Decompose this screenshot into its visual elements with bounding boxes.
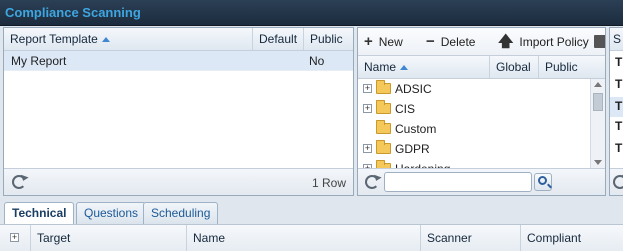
tree-folder-cis[interactable]: + CIS <box>358 99 590 119</box>
template-footer: 1 Row <box>4 168 353 195</box>
col-name[interactable]: Name <box>186 225 420 251</box>
report-template-header: Report Template Default Public <box>4 28 353 51</box>
refresh-icon[interactable] <box>365 175 379 189</box>
list-item[interactable]: T <box>615 77 622 91</box>
tab-scheduling[interactable]: Scheduling <box>143 202 219 224</box>
expand-all-icon[interactable]: + <box>10 233 19 242</box>
print-icon[interactable] <box>594 35 605 48</box>
col-compliant[interactable]: Compliant <box>520 225 612 251</box>
col-global[interactable]: Global <box>489 56 538 78</box>
col-scanner[interactable]: Scanner <box>420 225 520 251</box>
tree-folder-gdpr[interactable]: + GDPR <box>358 139 590 159</box>
table-row[interactable]: My Report No <box>4 51 353 71</box>
tab-questions[interactable]: Questions <box>76 202 147 224</box>
refresh-icon[interactable] <box>12 175 26 189</box>
folder-icon <box>376 80 391 94</box>
template-public-cell: No <box>309 54 325 68</box>
targets-header: S <box>610 28 623 51</box>
search-icon <box>538 176 547 185</box>
col-target[interactable]: Target <box>30 225 186 251</box>
list-item[interactable]: T <box>615 141 622 155</box>
col-report-template[interactable]: Report Template <box>4 28 252 50</box>
import-policy-button[interactable]: 🡅 Import Policy <box>498 32 589 52</box>
scroll-down-icon[interactable] <box>594 160 602 165</box>
upload-arrow-icon: 🡅 <box>498 33 514 50</box>
targets-panel: S T T T T T <box>609 27 623 196</box>
col-default[interactable]: Default <box>252 28 303 50</box>
tree-folder-adsic[interactable]: + ADSIC <box>358 79 590 99</box>
list-item[interactable]: T <box>615 55 622 69</box>
tree-folder-hardening[interactable]: + Hardening <box>358 159 590 168</box>
search-button[interactable] <box>534 173 552 191</box>
folder-icon <box>376 120 391 134</box>
sort-ascending-icon <box>400 65 409 70</box>
policy-scrollbar[interactable] <box>590 79 605 168</box>
policy-header: Name Global Public <box>358 56 605 79</box>
col-name[interactable]: Name <box>358 56 489 78</box>
sort-ascending-icon <box>101 37 110 42</box>
tree-folder-custom[interactable]: Custom <box>358 119 590 139</box>
row-count: 1 Row <box>311 176 346 190</box>
col-public[interactable]: Public <box>303 28 353 50</box>
policy-tree: + ADSIC + CIS Custom + GDPR + Hardening <box>358 79 590 168</box>
search-field[interactable] <box>384 172 532 192</box>
window-title: Compliance Scanning <box>5 5 141 20</box>
report-template-panel: Report Template Default Public My Report… <box>3 27 354 196</box>
expand-icon[interactable]: + <box>363 84 372 93</box>
minus-icon: − <box>426 33 435 50</box>
folder-icon <box>376 100 391 114</box>
window-title-bar: Compliance Scanning <box>0 0 623 26</box>
policy-footer <box>358 168 605 195</box>
folder-icon <box>376 140 391 154</box>
tab-strip: Technical Questions Scheduling <box>0 200 623 225</box>
policy-toolbar: + New − Delete 🡅 Import Policy <box>358 28 605 56</box>
expand-icon[interactable]: + <box>363 144 372 153</box>
list-item[interactable]: T <box>610 97 623 117</box>
search-input[interactable] <box>389 174 514 190</box>
scroll-thumb[interactable] <box>593 93 603 111</box>
plus-icon: + <box>364 33 373 50</box>
scroll-up-icon[interactable] <box>594 82 602 87</box>
new-button[interactable]: + New <box>364 32 403 52</box>
expand-icon[interactable]: + <box>363 104 372 113</box>
targets-footer <box>610 168 623 195</box>
col-public[interactable]: Public <box>538 56 590 78</box>
tab-technical[interactable]: Technical <box>4 202 75 225</box>
policy-panel: + New − Delete 🡅 Import Policy Name Global … <box>357 27 606 196</box>
results-grid-header: + Target Name Scanner Compliant <box>0 224 623 251</box>
refresh-icon[interactable] <box>613 175 623 189</box>
delete-button[interactable]: − Delete <box>426 32 475 52</box>
template-name-cell: My Report <box>11 54 67 68</box>
list-item[interactable]: T <box>615 119 622 133</box>
